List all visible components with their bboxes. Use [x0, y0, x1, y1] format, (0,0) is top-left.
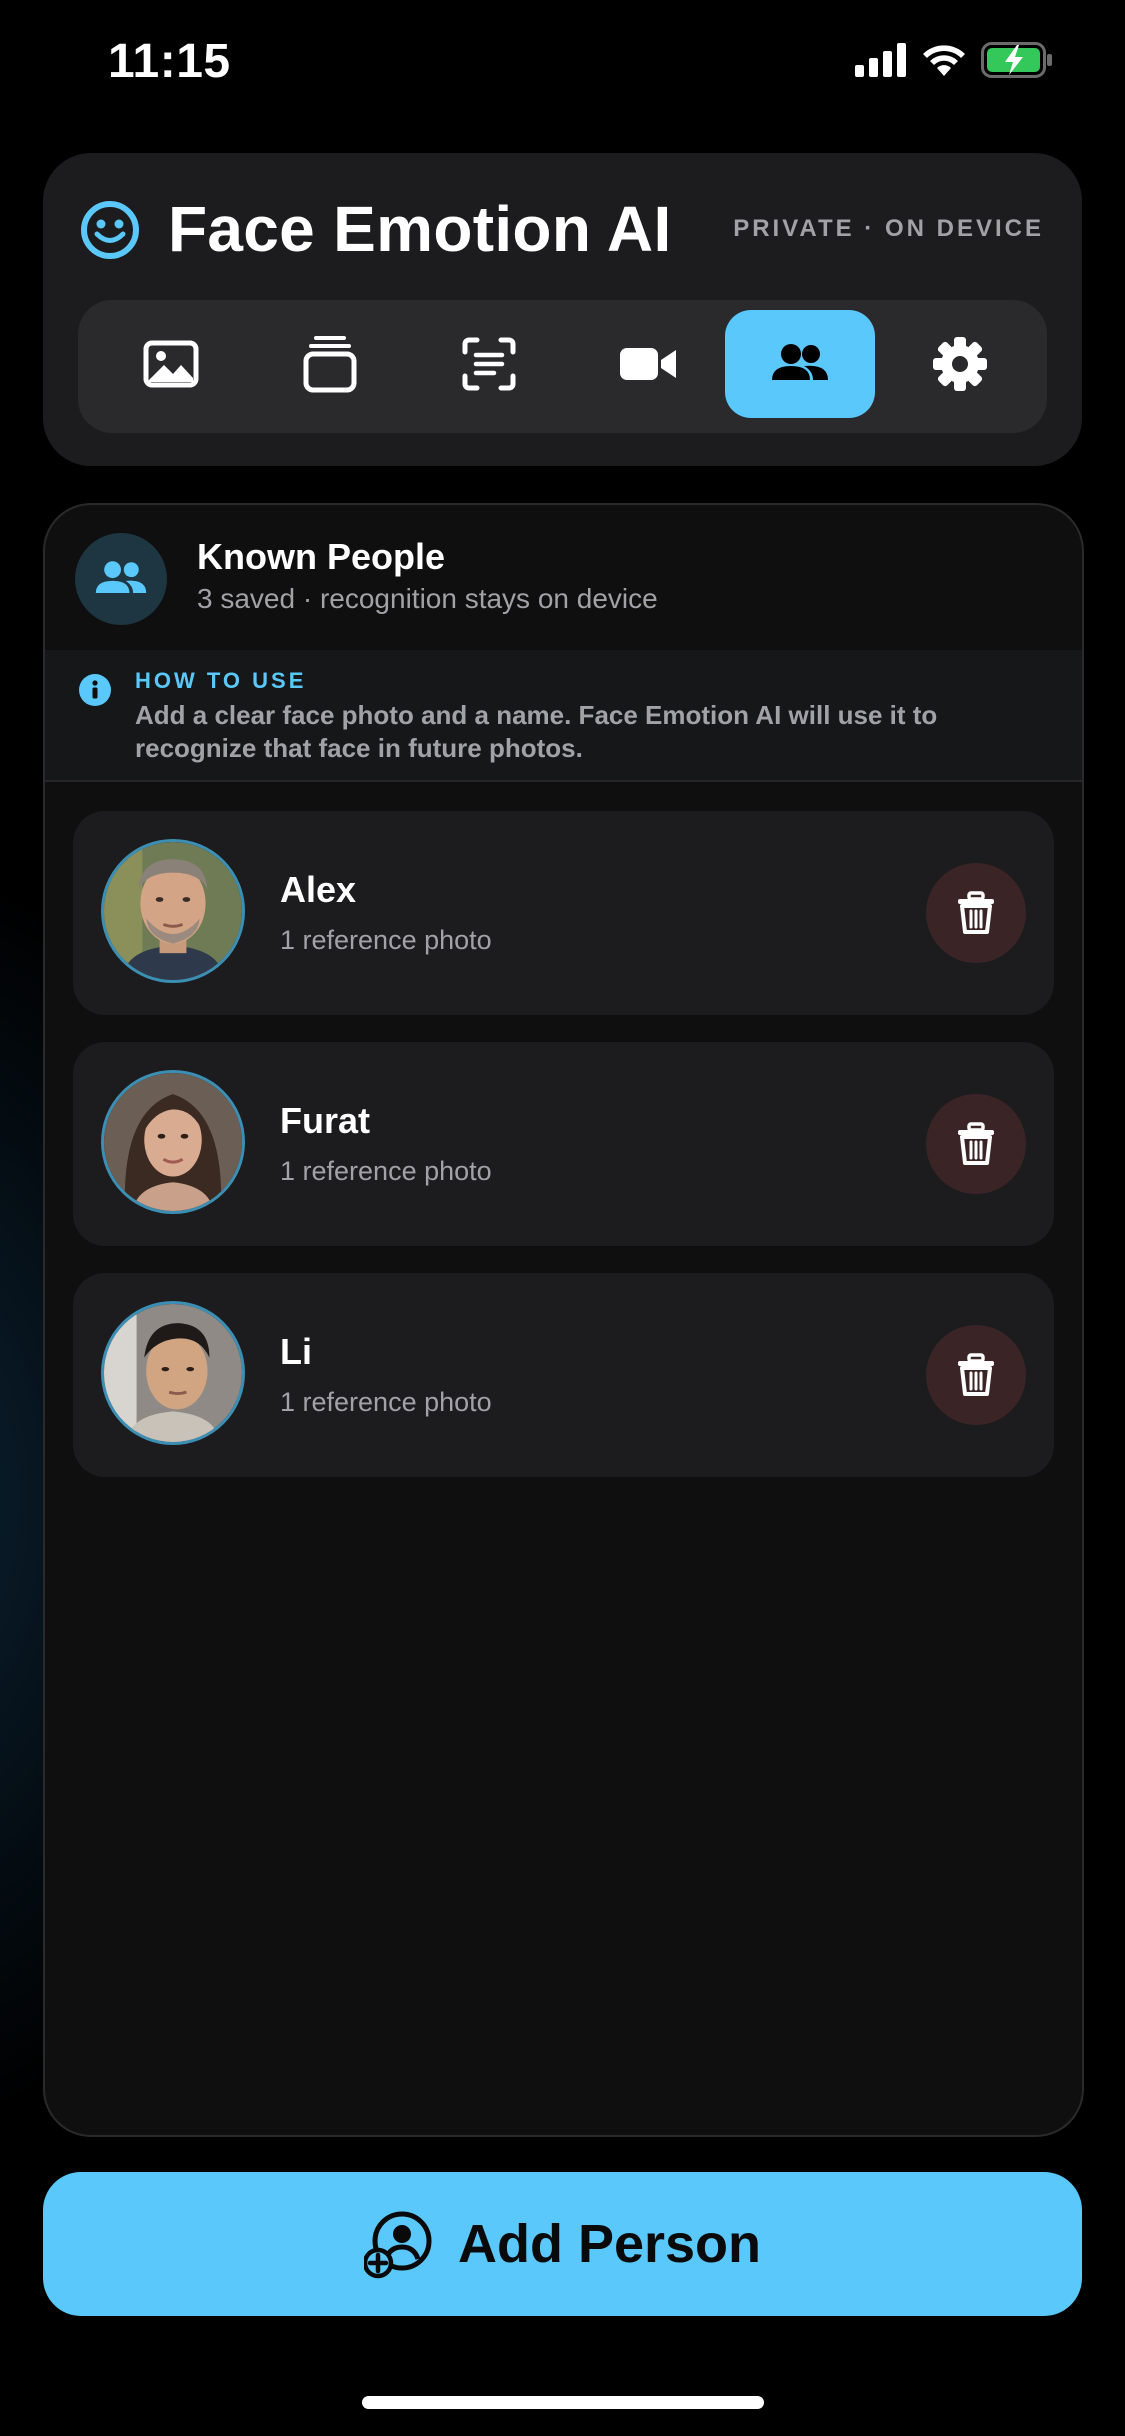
how-to-use-box: HOW TO USE Add a clear face photo and a …	[45, 650, 1082, 782]
avatar-photo	[104, 1073, 242, 1211]
status-icons	[855, 40, 1053, 80]
cellular-signal-icon	[855, 43, 906, 77]
stack-icon	[303, 336, 357, 393]
trash-icon	[958, 891, 994, 934]
app-header: Face Emotion AI PRIVATE · ON DEVICE	[43, 153, 1082, 466]
home-indicator	[362, 2396, 764, 2409]
smiley-face-icon	[81, 201, 139, 259]
tab-photo[interactable]	[96, 310, 246, 418]
image-icon	[143, 340, 199, 388]
avatar	[101, 1070, 245, 1214]
video-camera-icon	[620, 348, 676, 380]
gear-icon	[933, 337, 987, 391]
panel-title: Known People	[197, 536, 446, 577]
status-time: 11:15	[108, 35, 231, 88]
tab-batch[interactable]	[255, 310, 405, 418]
panel-subtitle: 3 saved · recognition stays on device	[197, 583, 658, 614]
privacy-label: PRIVATE · ON DEVICE	[733, 215, 1044, 242]
people-icon	[772, 344, 828, 380]
person-photo-count: 1 reference photo	[280, 1156, 492, 1186]
person-name: Alex	[280, 869, 357, 910]
how-to-use-text: Add a clear face photo and a name. Face …	[135, 700, 938, 763]
add-person-icon	[363, 2211, 432, 2279]
person-row[interactable]: Li 1 reference photo	[73, 1273, 1054, 1477]
avatar	[101, 1301, 245, 1445]
app-title: Face Emotion AI	[168, 193, 672, 265]
tab-people[interactable]	[725, 310, 875, 418]
add-person-label: Add Person	[457, 2214, 762, 2274]
tab-bar	[78, 300, 1047, 433]
trash-icon	[958, 1122, 994, 1165]
delete-person-button[interactable]	[926, 1094, 1026, 1194]
known-people-panel: Known People 3 saved · recognition stays…	[43, 503, 1084, 2137]
tab-settings[interactable]	[885, 310, 1035, 418]
add-person-button[interactable]: Add Person	[43, 2172, 1082, 2316]
wifi-icon	[923, 45, 965, 76]
avatar-photo	[104, 842, 242, 980]
person-photo-count: 1 reference photo	[280, 925, 492, 955]
panel-people-badge	[75, 533, 167, 625]
how-to-use-label: HOW TO USE	[135, 668, 307, 693]
person-name: Furat	[280, 1100, 370, 1141]
person-name: Li	[280, 1331, 312, 1372]
tab-video[interactable]	[573, 310, 723, 418]
person-row[interactable]: Furat 1 reference photo	[73, 1042, 1054, 1246]
delete-person-button[interactable]	[926, 1325, 1026, 1425]
battery-charging-icon	[981, 42, 1052, 78]
person-photo-count: 1 reference photo	[280, 1387, 492, 1417]
avatar	[101, 839, 245, 983]
tab-scan[interactable]	[414, 310, 564, 418]
person-row[interactable]: Alex 1 reference photo	[73, 811, 1054, 1015]
scan-text-icon	[462, 337, 516, 391]
info-icon	[79, 674, 111, 706]
trash-icon	[958, 1353, 994, 1396]
people-icon	[95, 561, 147, 593]
delete-person-button[interactable]	[926, 863, 1026, 963]
avatar-photo	[104, 1304, 242, 1442]
